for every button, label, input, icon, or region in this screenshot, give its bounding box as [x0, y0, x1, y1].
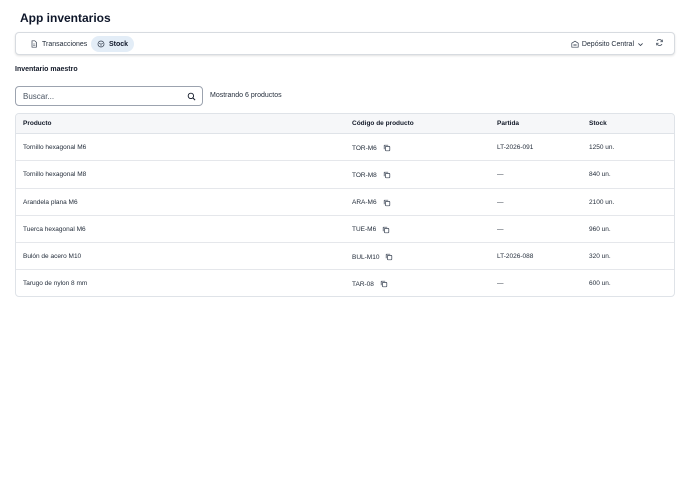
cell-batch: LT-2026-088 — [497, 253, 534, 261]
code-text: ARA-M6 — [352, 199, 377, 207]
table-row[interactable]: Arandela plana M6 ARA-M6 — 2100 un. — [16, 189, 674, 216]
copy-icon[interactable] — [385, 253, 393, 261]
header-stock[interactable]: Stock — [589, 120, 607, 127]
copy-icon[interactable] — [383, 144, 391, 152]
table-header: Producto Código de producto Partida Stoc… — [16, 114, 674, 134]
copy-icon[interactable] — [380, 280, 388, 288]
section-title: Inventario maestro — [15, 66, 78, 73]
cell-code: ARA-M6 — [352, 199, 391, 207]
app-title: App inventarios — [20, 11, 111, 25]
cell-batch: — — [497, 198, 504, 206]
depot-selector[interactable]: Depósito Central — [571, 37, 644, 51]
tab-stock[interactable]: Stock — [91, 36, 135, 52]
copy-icon[interactable] — [382, 226, 390, 234]
cell-stock: 600 un. — [589, 280, 611, 288]
depot-label: Depósito Central — [581, 40, 634, 48]
cell-stock: 960 un. — [589, 225, 611, 233]
cell-product: Bulón de acero M10 — [23, 253, 82, 261]
copy-icon[interactable] — [383, 171, 391, 179]
code-text: BUL-M10 — [352, 253, 380, 261]
cell-batch: — — [497, 280, 504, 288]
box-icon — [97, 40, 105, 48]
document-icon — [30, 40, 38, 48]
search-icon[interactable] — [187, 92, 196, 101]
table-row[interactable]: Tornillo hexagonal M6 TOR-M6 LT-2026-091… — [16, 134, 674, 162]
cell-stock: 1250 un. — [589, 144, 615, 151]
cell-code: TOR-M6 — [352, 144, 391, 152]
cell-stock: 2100 un. — [589, 198, 615, 206]
inventory-table: Producto Código de producto Partida Stoc… — [15, 113, 675, 297]
cell-batch: LT-2026-091 — [497, 144, 534, 151]
code-text: TOR-M6 — [352, 144, 377, 152]
tab-label: Transacciones — [42, 40, 88, 48]
cell-batch: — — [497, 225, 504, 233]
cell-product: Tarugo de nylon 8 mm — [23, 280, 88, 288]
copy-icon[interactable] — [383, 199, 391, 207]
search-input[interactable] — [23, 90, 183, 102]
cell-stock: 840 un. — [589, 171, 611, 179]
cell-code: BUL-M10 — [352, 253, 393, 261]
warehouse-icon — [571, 40, 579, 48]
header-partida[interactable]: Partida — [497, 120, 519, 127]
cell-product: Tornillo hexagonal M8 — [23, 171, 87, 179]
code-text: TOR-M8 — [352, 171, 377, 179]
table-row[interactable]: Tuerca hexagonal M6 TUE-M6 — 960 un. — [16, 216, 674, 244]
cell-product: Tornillo hexagonal M6 — [23, 144, 87, 151]
header-codigo[interactable]: Código de producto — [352, 120, 414, 127]
table-row[interactable]: Tornillo hexagonal M8 TOR-M8 — 840 un. — [16, 161, 674, 189]
cell-product: Arandela plana M6 — [23, 198, 78, 206]
code-text: TAR-08 — [352, 280, 374, 288]
table-row[interactable]: Tarugo de nylon 8 mm TAR-08 — 600 un. — [16, 270, 674, 296]
tab-transacciones[interactable]: Transacciones — [24, 36, 93, 52]
table-row[interactable]: Bulón de acero M10 BUL-M10 LT-2026-088 3… — [16, 243, 674, 271]
cell-product: Tuerca hexagonal M6 — [23, 225, 86, 233]
header-producto[interactable]: Producto — [23, 120, 52, 127]
cell-code: TAR-08 — [352, 280, 388, 288]
code-text: TUE-M6 — [352, 226, 377, 234]
cell-stock: 320 un. — [589, 253, 611, 261]
cell-code: TOR-M8 — [352, 171, 391, 179]
tab-label: Stock — [109, 40, 129, 48]
cell-code: TUE-M6 — [352, 226, 390, 234]
search-box — [15, 86, 203, 106]
toolbar: Transacciones Stock Depósito Central — [15, 32, 675, 55]
results-count: Mostrando 6 productos — [210, 92, 282, 99]
chevron-down-icon — [637, 41, 644, 48]
cell-batch: — — [497, 171, 504, 179]
refresh-icon[interactable] — [655, 38, 664, 47]
